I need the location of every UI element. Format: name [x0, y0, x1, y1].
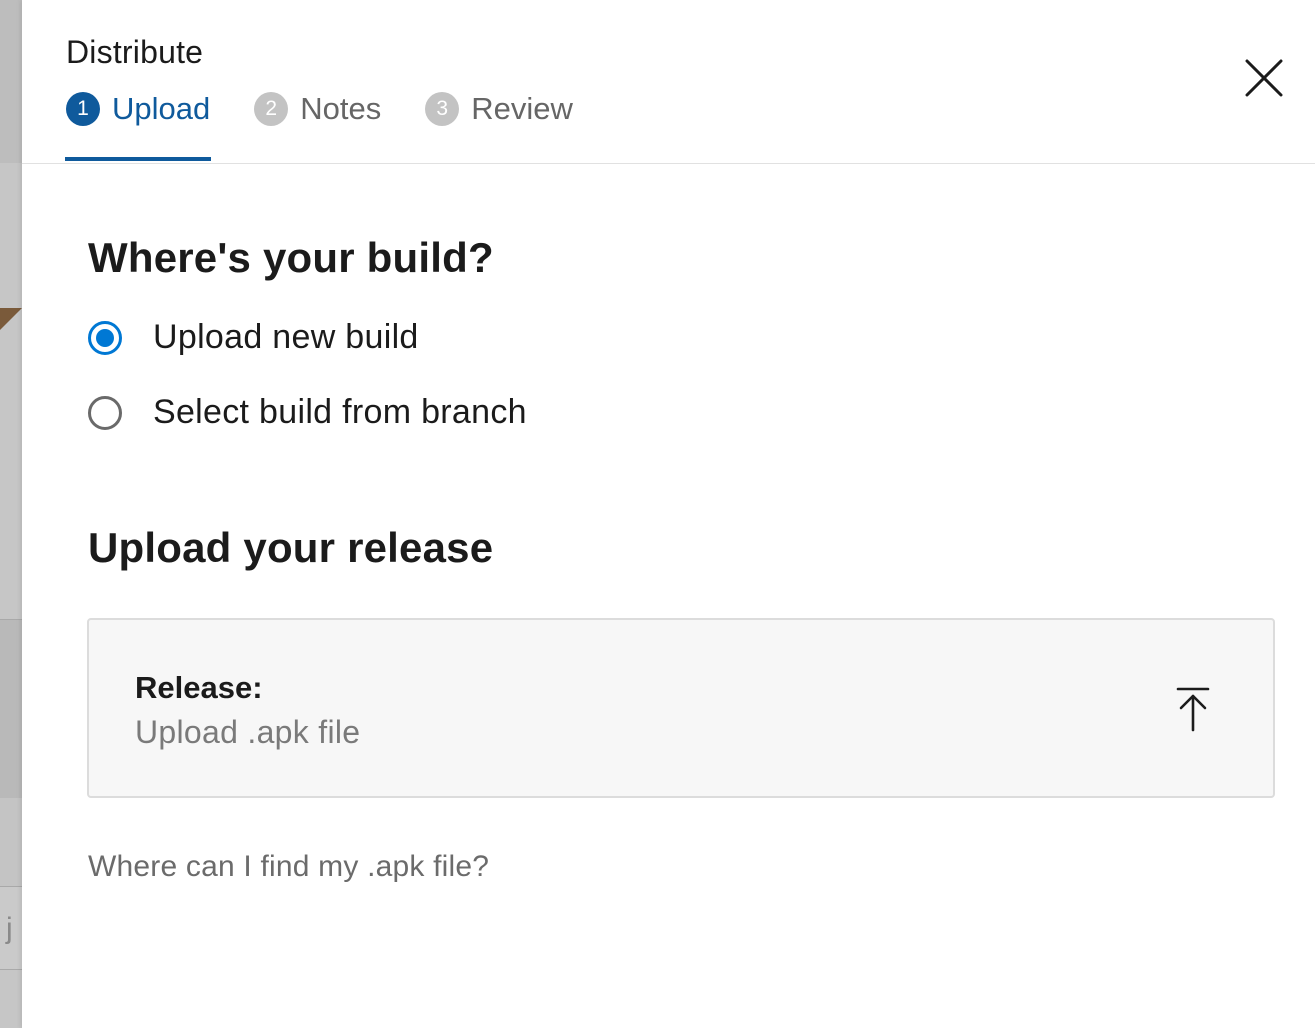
release-field-label: Release: [135, 670, 263, 705]
header-divider [22, 163, 1315, 164]
background-page: j [0, 0, 22, 1028]
step-number: 2 [254, 92, 289, 126]
background-strip [0, 163, 22, 619]
panel-title: Distribute [66, 34, 204, 70]
step-number: 1 [66, 92, 100, 126]
radio-label: Select build from branch [153, 393, 527, 431]
upload-dropzone[interactable]: Release: Upload .apk file [87, 618, 1275, 798]
step-notes[interactable]: 2 Notes [254, 86, 381, 132]
close-icon [1245, 59, 1283, 97]
step-number: 3 [425, 92, 460, 126]
step-label: Review [471, 91, 573, 126]
background-shape [0, 308, 22, 330]
step-label: Notes [300, 91, 382, 126]
radio-label: Upload new build [153, 318, 419, 356]
build-source-heading: Where's your build? [88, 234, 494, 281]
radio-button[interactable] [88, 395, 122, 430]
distribute-panel: Distribute 1 Upload 2 Notes 3 Review Whe… [22, 0, 1315, 1028]
stepper: 1 Upload 2 Notes 3 Review [64, 86, 617, 164]
background-strip [0, 798, 22, 887]
radio-button-checked[interactable] [88, 320, 122, 355]
step-label: Upload [112, 91, 211, 126]
upload-release-heading: Upload your release [88, 524, 494, 571]
step-upload[interactable]: 1 Upload [64, 86, 212, 161]
step-review[interactable]: 3 Review [425, 86, 573, 132]
background-strip [0, 619, 22, 799]
background-strip [0, 0, 22, 163]
radio-upload-new-build[interactable]: Upload new build [88, 318, 419, 357]
close-button[interactable] [1242, 56, 1286, 100]
background-strip [0, 970, 22, 1028]
radio-select-build-from-branch[interactable]: Select build from branch [88, 393, 527, 432]
background-text: j [6, 912, 13, 945]
upload-placeholder: Upload .apk file [135, 714, 361, 750]
apk-help-link[interactable]: Where can I find my .apk file? [88, 850, 489, 884]
upload-icon[interactable] [1175, 686, 1211, 732]
